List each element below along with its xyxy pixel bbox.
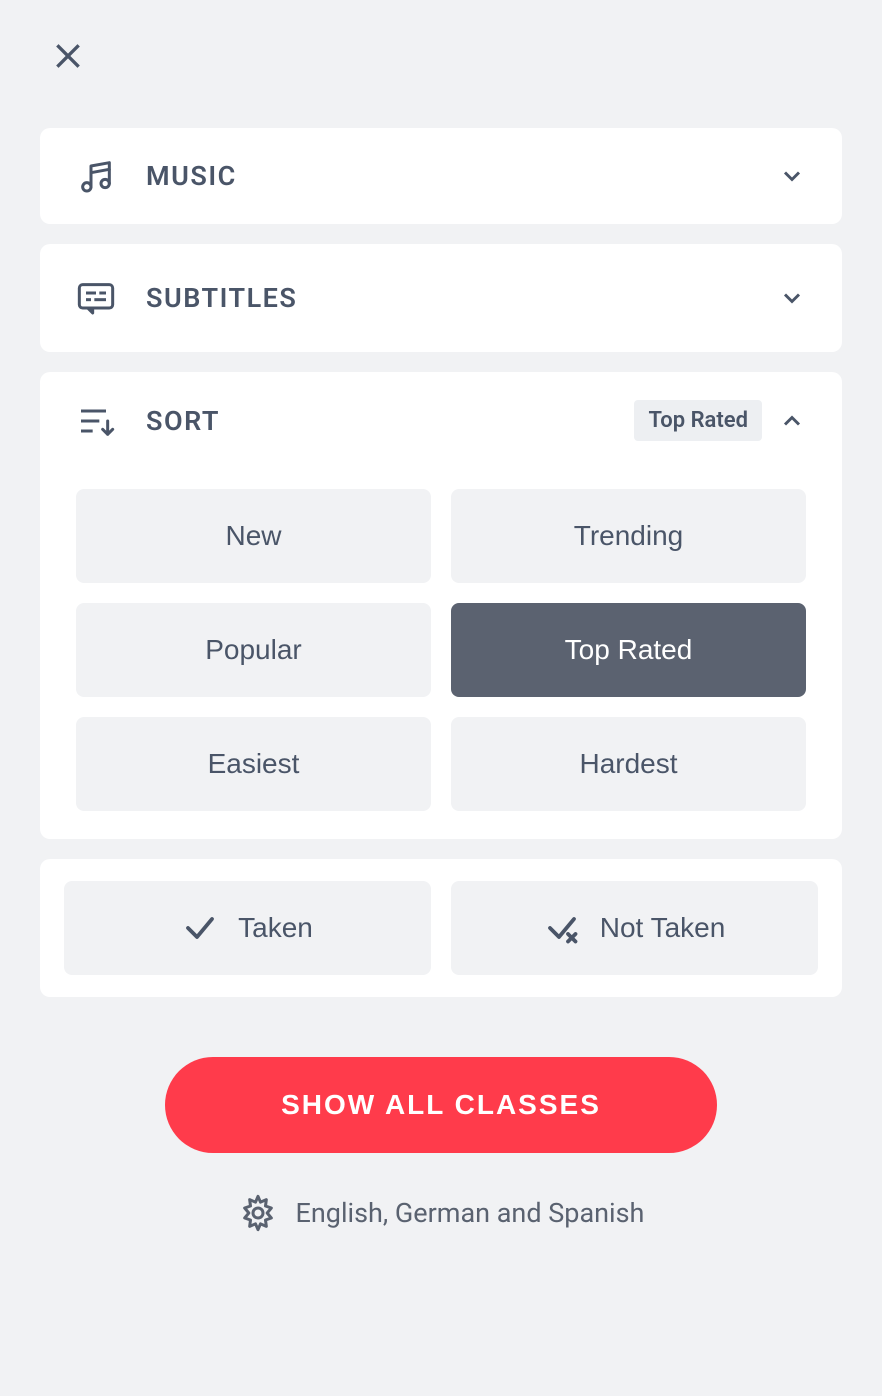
check-x-icon — [544, 910, 580, 946]
sort-icon — [76, 401, 116, 441]
subtitles-title: SUBTITLES — [146, 282, 297, 314]
language-settings-row[interactable]: English, German and Spanish — [238, 1193, 645, 1233]
filter-not-taken[interactable]: Not Taken — [451, 881, 818, 975]
filter-not-taken-label: Not Taken — [600, 912, 726, 944]
show-all-classes-button[interactable]: SHOW ALL CLASSES — [165, 1057, 717, 1153]
music-section[interactable]: MUSIC — [40, 128, 842, 224]
music-icon — [76, 156, 116, 196]
chevron-down-icon — [778, 284, 806, 312]
subtitles-icon — [76, 278, 116, 318]
sort-section: SORT Top Rated New Trending Popular Top … — [40, 372, 842, 839]
language-list: English, German and Spanish — [296, 1197, 645, 1229]
sort-title: SORT — [146, 405, 220, 437]
sort-header[interactable]: SORT Top Rated — [76, 400, 806, 441]
filter-taken[interactable]: Taken — [64, 881, 431, 975]
chevron-up-icon — [778, 407, 806, 435]
sort-current-badge: Top Rated — [634, 400, 762, 441]
sort-option-trending[interactable]: Trending — [451, 489, 806, 583]
sort-option-hardest[interactable]: Hardest — [451, 717, 806, 811]
check-icon — [182, 910, 218, 946]
filter-taken-label: Taken — [238, 912, 313, 944]
close-button[interactable] — [52, 40, 84, 76]
chevron-down-icon — [778, 162, 806, 190]
subtitles-section[interactable]: SUBTITLES — [40, 244, 842, 352]
sort-option-new[interactable]: New — [76, 489, 431, 583]
close-icon — [52, 40, 84, 72]
gear-icon — [238, 1193, 278, 1233]
music-title: MUSIC — [146, 160, 237, 192]
sort-option-easiest[interactable]: Easiest — [76, 717, 431, 811]
taken-section: Taken Not Taken — [40, 859, 842, 997]
sort-option-top-rated[interactable]: Top Rated — [451, 603, 806, 697]
sort-option-popular[interactable]: Popular — [76, 603, 431, 697]
